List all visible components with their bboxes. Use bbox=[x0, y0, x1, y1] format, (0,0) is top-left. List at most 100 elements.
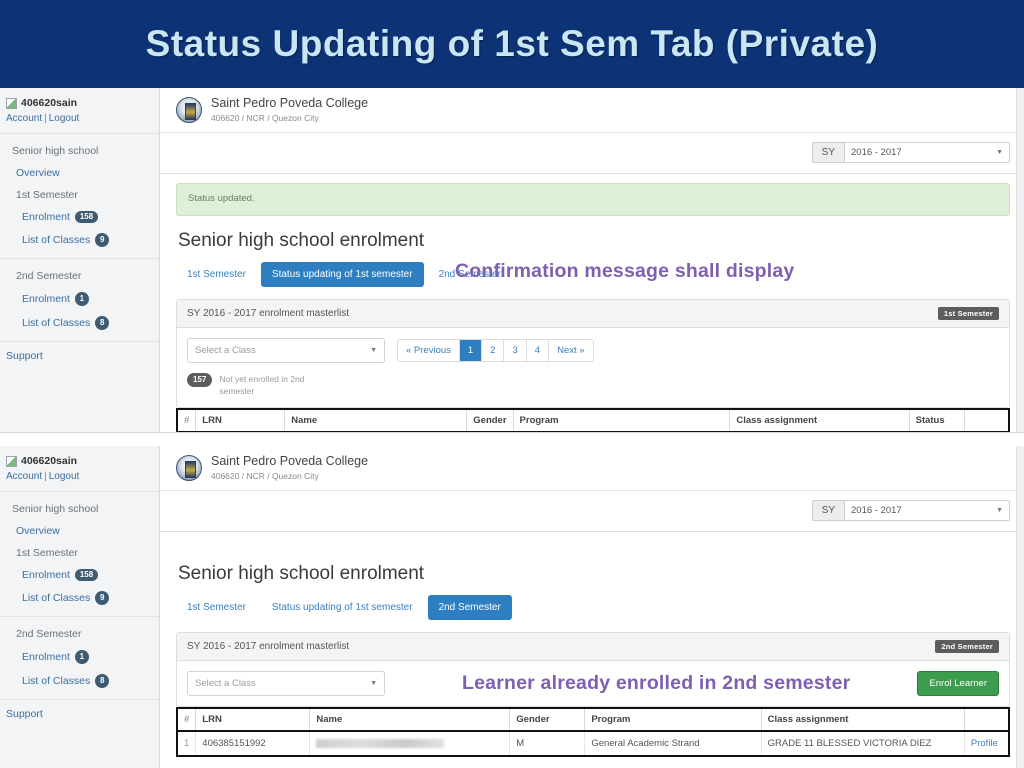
col-gender: Gender bbox=[466, 410, 514, 432]
class-select-placeholder: Select a Class bbox=[195, 678, 256, 689]
cell-number: 1 bbox=[178, 731, 197, 755]
sidebar-item-overview[interactable]: Overview bbox=[0, 520, 159, 542]
screenshot-panel-top: 406620sain Account | Logout Senior high sc… bbox=[0, 88, 1024, 432]
masterlist-title: SY 2016 - 2017 enrolment masterlist bbox=[187, 641, 350, 652]
col-status: Status bbox=[909, 410, 965, 432]
sidebar-item-label: List of Classes bbox=[22, 234, 91, 246]
sidebar-item-1st-semester: 1st Semester bbox=[0, 184, 159, 206]
sidebar-item-overview[interactable]: Overview bbox=[0, 162, 159, 184]
masterlist-controls: Select a Class ▼ « Previous 1 2 3 4 Next… bbox=[187, 338, 999, 363]
school-header: Saint Pedro Poveda College 406620 / NCR … bbox=[160, 88, 1024, 133]
col-name: Name bbox=[284, 410, 468, 432]
sidebar-user-block: 406620sain Account | Logout bbox=[0, 446, 159, 492]
pagination-page-1[interactable]: 1 bbox=[459, 340, 483, 361]
sidebar-item-support[interactable]: Support bbox=[6, 350, 43, 362]
pagination-next[interactable]: Next » bbox=[549, 340, 593, 361]
sidebar-badge-count: 1 bbox=[74, 292, 89, 306]
redacted-name bbox=[316, 738, 445, 748]
annotation-learner-already-enrolled: Learner already enrolled in 2nd semester bbox=[462, 672, 851, 694]
sidebar-item-label: Overview bbox=[16, 525, 60, 537]
tab-bar-bottom: 1st Semester Status updating of 1st seme… bbox=[176, 595, 1010, 620]
col-gender: Gender bbox=[509, 709, 586, 732]
profile-link[interactable]: Profile bbox=[964, 731, 1008, 755]
sidebar-item-2nd-semester: 2nd Semester bbox=[0, 265, 159, 287]
sidebar-item-enrolment-1st[interactable]: Enrolment 158 bbox=[0, 206, 159, 228]
sidebar-item-label: List of Classes bbox=[22, 592, 91, 604]
semester-badge: 1st Semester bbox=[937, 307, 999, 320]
school-year-label: SY bbox=[811, 500, 844, 521]
sidebar-item-list-of-classes-1st[interactable]: List of Classes 9 bbox=[0, 228, 159, 252]
chevron-down-icon: ▼ bbox=[370, 680, 377, 687]
pagination-previous[interactable]: « Previous bbox=[398, 340, 460, 361]
sidebar-section-senior-high: Senior high school bbox=[12, 145, 99, 157]
chevron-down-icon: ▼ bbox=[996, 149, 1003, 156]
sidebar-item-label: 1st Semester bbox=[16, 189, 78, 201]
account-link[interactable]: Account bbox=[6, 471, 42, 482]
col-program: Program bbox=[584, 709, 762, 732]
chevron-down-icon: ▼ bbox=[996, 507, 1003, 514]
logout-link[interactable]: Logout bbox=[49, 471, 80, 482]
semester-badge: 2nd Semester bbox=[935, 640, 999, 653]
school-year-select[interactable]: 2016 - 2017 ▼ bbox=[844, 500, 1010, 521]
enrolment-page-heading: Senior high school enrolment bbox=[178, 563, 425, 584]
sidebar-item-label: Enrolment bbox=[22, 293, 70, 305]
scrollbar-track[interactable] bbox=[1016, 88, 1024, 432]
sidebar-badge-count: 9 bbox=[95, 591, 110, 605]
col-action bbox=[964, 410, 1008, 432]
sidebar-badge-count: 158 bbox=[74, 211, 99, 223]
link-separator: | bbox=[44, 113, 47, 124]
school-year-bar: SY 2016 - 2017 ▼ bbox=[160, 133, 1024, 174]
sidebar-item-label: Overview bbox=[16, 167, 60, 179]
school-crest-icon bbox=[176, 96, 202, 123]
sidebar-item-list-of-classes-2nd[interactable]: List of Classes 8 bbox=[0, 311, 159, 335]
masterlist-panel-body: Select a Class ▼ « Previous 1 2 3 4 Next… bbox=[177, 328, 1009, 407]
masterlist-panel-header: SY 2016 - 2017 enrolment masterlist 2nd … bbox=[177, 633, 1009, 661]
sidebar-item-enrolment-2nd[interactable]: Enrolment 1 bbox=[0, 287, 159, 311]
pagination: « Previous 1 2 3 4 Next » bbox=[397, 339, 594, 362]
sidebar-item-enrolment-2nd[interactable]: Enrolment 1 bbox=[0, 645, 159, 669]
account-link[interactable]: Account bbox=[6, 113, 42, 124]
school-meta: 406620 / NCR / Quezon City bbox=[211, 471, 319, 481]
masterlist-panel-header: SY 2016 - 2017 enrolment masterlist 1st … bbox=[177, 300, 1009, 328]
table-header-row: # LRN Name Gender Program Class assignme… bbox=[178, 709, 1008, 732]
slide-title-banner: Status Updating of 1st Sem Tab (Private) bbox=[0, 0, 1024, 88]
sidebar-badge-count: 158 bbox=[74, 569, 99, 581]
logout-link[interactable]: Logout bbox=[49, 113, 80, 124]
annotation-confirmation-message: Confirmation message shall display bbox=[455, 260, 795, 282]
tab-1st-semester[interactable]: 1st Semester bbox=[176, 595, 257, 620]
tab-status-updating-1st-semester[interactable]: Status updating of 1st semester bbox=[261, 595, 424, 620]
tab-status-updating-1st-semester[interactable]: Status updating of 1st semester bbox=[260, 262, 424, 287]
sidebar-item-2nd-semester: 2nd Semester bbox=[0, 623, 159, 645]
pagination-page-3[interactable]: 3 bbox=[504, 340, 527, 361]
tab-1st-semester[interactable]: 1st Semester bbox=[176, 262, 257, 287]
scrollbar-track[interactable] bbox=[1016, 446, 1024, 768]
pagination-page-4[interactable]: 4 bbox=[526, 340, 550, 361]
class-select[interactable]: Select a Class ▼ bbox=[187, 338, 385, 363]
main-content-bottom: Saint Pedro Poveda College 406620 / NCR … bbox=[160, 446, 1024, 768]
masterlist-table-wrapper-bottom: # LRN Name Gender Program Class assignme… bbox=[176, 707, 1010, 757]
sidebar-item-list-of-classes-1st[interactable]: List of Classes 9 bbox=[0, 586, 159, 610]
not-yet-enrolled-label: Not yet enrolled in 2nd semester bbox=[219, 374, 305, 396]
sidebar-item-label: Enrolment bbox=[22, 651, 70, 663]
table-row: 1 406385151992 M General Academic Strand… bbox=[178, 731, 1008, 755]
sidebar-item-list-of-classes-2nd[interactable]: List of Classes 8 bbox=[0, 669, 159, 693]
col-lrn: LRN bbox=[195, 709, 311, 732]
pagination-page-2[interactable]: 2 bbox=[482, 340, 505, 361]
cell-gender: M bbox=[509, 731, 586, 755]
not-yet-enrolled-indicator: 157 Not yet enrolled in 2nd semester bbox=[187, 373, 999, 397]
sidebar-bottom: 406620sain Account | Logout Senior high sc… bbox=[0, 446, 160, 768]
enrol-learner-button[interactable]: Enrol Learner bbox=[917, 671, 999, 696]
class-select[interactable]: Select a Class ▼ bbox=[187, 671, 385, 696]
sidebar-item-support[interactable]: Support bbox=[6, 708, 43, 720]
sidebar-item-label: Enrolment bbox=[22, 569, 70, 581]
sidebar-item-enrolment-1st[interactable]: Enrolment 158 bbox=[0, 564, 159, 586]
sidebar-item-label: List of Classes bbox=[22, 317, 91, 329]
page-title: Status Updating of 1st Sem Tab (Private) bbox=[145, 23, 879, 64]
tab-2nd-semester[interactable]: 2nd Semester bbox=[427, 595, 512, 620]
not-yet-enrolled-count: 157 bbox=[187, 373, 213, 387]
sidebar-badge-count: 9 bbox=[95, 233, 110, 247]
masterlist-panel-bottom: SY 2016 - 2017 enrolment masterlist 2nd … bbox=[176, 632, 1010, 707]
content-area-bottom: Senior high school enrolment 1st Semeste… bbox=[160, 532, 1024, 757]
chevron-down-icon: ▼ bbox=[370, 347, 377, 354]
school-year-select[interactable]: 2016 - 2017 ▼ bbox=[844, 142, 1010, 163]
